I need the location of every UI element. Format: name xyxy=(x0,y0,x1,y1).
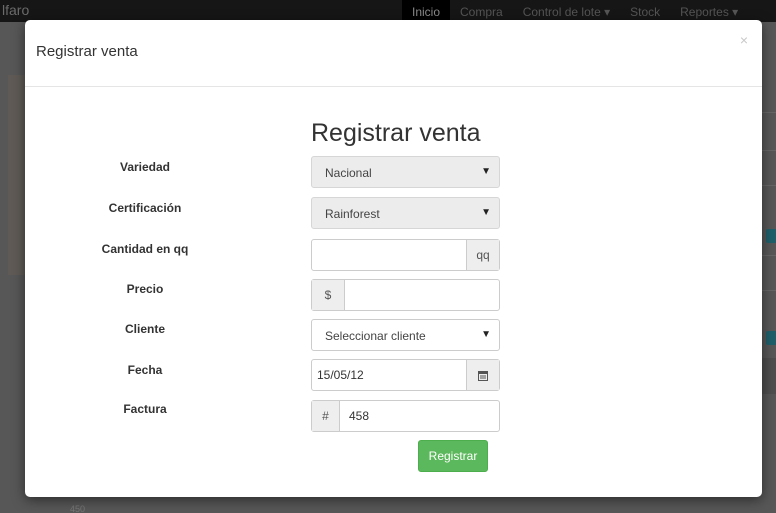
certificacion-label: Certificación xyxy=(108,201,182,215)
factura-label: Factura xyxy=(123,402,167,416)
modal-title: Registrar venta xyxy=(36,43,138,60)
precio-input[interactable] xyxy=(345,280,499,310)
nav-item-stock[interactable]: Stock xyxy=(620,0,670,22)
dollar-prefix-addon: $ xyxy=(312,280,345,310)
navbar-menu: Inicio Compra Control de lote ▾ Stock Re… xyxy=(402,0,748,22)
cliente-value: Seleccionar cliente xyxy=(325,329,426,343)
navbar: lfaro Inicio Compra Control de lote ▾ St… xyxy=(0,0,776,22)
close-icon[interactable]: × xyxy=(740,32,748,48)
fecha-input-group: 15/05/12 xyxy=(311,359,500,391)
certificacion-select[interactable]: Rainforest ▼ xyxy=(311,197,500,229)
background-button xyxy=(766,229,776,243)
nav-item-compra[interactable]: Compra xyxy=(450,0,513,22)
variedad-label: Variedad xyxy=(119,160,171,174)
cliente-label: Cliente xyxy=(124,322,165,336)
cantidad-input-group: qq xyxy=(311,239,500,271)
cantidad-input[interactable] xyxy=(312,240,466,270)
cantidad-label: Cantidad en qq xyxy=(101,242,189,256)
background-button xyxy=(766,331,776,345)
navbar-brand[interactable]: lfaro xyxy=(2,2,29,18)
caret-down-icon: ▼ xyxy=(481,329,491,340)
precio-input-group: $ xyxy=(311,279,500,311)
cliente-select[interactable]: Seleccionar cliente ▼ xyxy=(311,319,500,351)
background-text: 450 xyxy=(70,504,86,513)
certificacion-value: Rainforest xyxy=(325,207,380,221)
qq-unit-addon: qq xyxy=(466,240,499,270)
calendar-icon[interactable] xyxy=(466,360,499,390)
factura-input[interactable]: 458 xyxy=(340,401,499,431)
nav-item-reportes[interactable]: Reportes ▾ xyxy=(670,0,748,22)
nav-item-control-de-lote[interactable]: Control de lote ▾ xyxy=(513,0,620,22)
factura-input-group: # 458 xyxy=(311,400,500,432)
nav-item-inicio[interactable]: Inicio xyxy=(402,0,451,22)
caret-down-icon: ▼ xyxy=(481,207,491,218)
fecha-label: Fecha xyxy=(127,363,163,377)
caret-down-icon: ▼ xyxy=(481,166,491,177)
fecha-input[interactable]: 15/05/12 xyxy=(312,360,466,390)
register-sale-modal: Registrar venta × Registrar venta Varied… xyxy=(25,20,762,497)
precio-label: Precio xyxy=(126,282,164,296)
hash-prefix-addon: # xyxy=(312,401,340,431)
form-heading: Registrar venta xyxy=(311,119,481,147)
variedad-select[interactable]: Nacional ▼ xyxy=(311,156,500,188)
variedad-value: Nacional xyxy=(325,166,372,180)
registrar-button[interactable]: Registrar xyxy=(418,440,488,472)
modal-header: Registrar venta × xyxy=(25,20,762,87)
